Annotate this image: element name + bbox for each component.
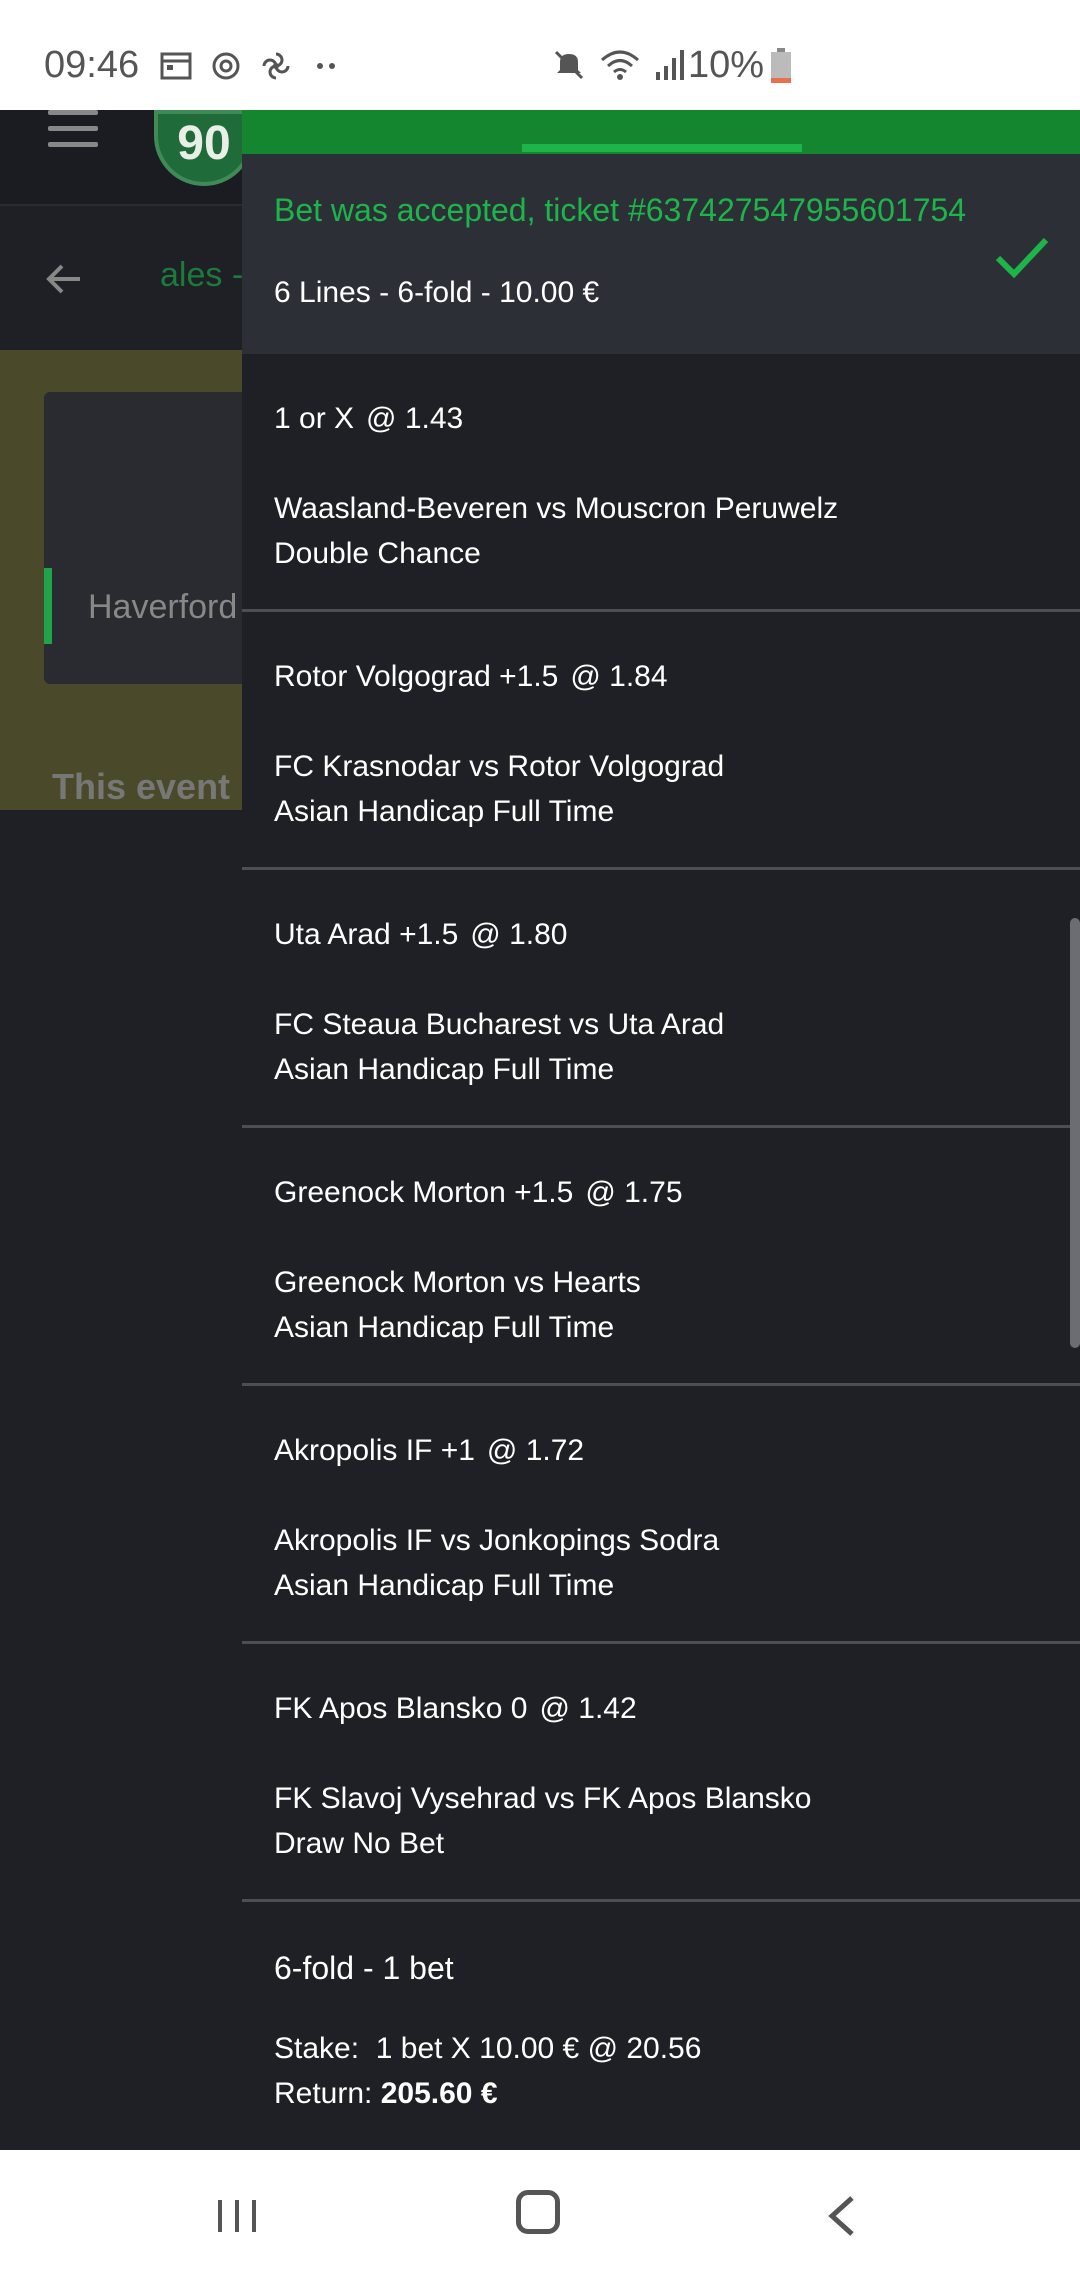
match-name: FC Steaua Bucharest vs Uta Arad xyxy=(274,1008,725,1041)
nav-back-icon[interactable] xyxy=(822,2194,862,2238)
stake-row: Stake: 1 bet X 10.00 € @ 20.56 xyxy=(274,2026,701,2071)
match-info: FC Steaua Bucharest vs Uta Arad Asian Han… xyxy=(274,1002,724,1092)
selection-name: Greenock Morton +1.5 xyxy=(274,1176,574,1209)
match-info: FC Krasnodar vs Rotor Volgograd Asian Han… xyxy=(274,744,724,834)
summary-title: 6-fold - 1 bet xyxy=(274,1950,454,1986)
wifi-icon xyxy=(601,50,639,80)
bet-confirmation: Bet was accepted, ticket #63742754795560… xyxy=(242,154,1080,354)
selection-name: Rotor Volgograd +1.5 xyxy=(274,660,559,693)
bet-line: Akropolis IF +1 @ 1.72 Akropolis IF vs Jo… xyxy=(242,1386,1080,1644)
match-info: FK Slavoj Vysehrad vs FK Apos Blansko Dra… xyxy=(274,1776,811,1866)
stake-value: 1 bet X 10.00 € @ 20.56 xyxy=(375,2032,702,2065)
battery-icon xyxy=(771,48,791,83)
selection-odds: @ 1.72 xyxy=(486,1434,585,1467)
match-name: Greenock Morton vs Hearts xyxy=(274,1266,641,1299)
background-card xyxy=(44,392,254,684)
selection-name: 1 or X xyxy=(274,402,355,435)
selection-odds: @ 1.80 xyxy=(470,918,568,951)
summary-details: Stake: 1 bet X 10.00 € @ 20.56 Return: 2… xyxy=(274,2026,701,2116)
bet-line: Greenock Morton +1.5 @ 1.75 Greenock Mort… xyxy=(242,1128,1080,1386)
match-info: Waasland-Beveren vs Mouscron Peruwelz Dou… xyxy=(274,486,838,576)
selection: Greenock Morton +1.5 @ 1.75 xyxy=(274,1176,683,1210)
return-row: Return: 205.60 € xyxy=(274,2071,701,2116)
match-name: Waasland-Beveren vs Mouscron Peruwelz xyxy=(274,492,839,525)
selection-name: Akropolis IF +1 xyxy=(274,1434,475,1467)
system-icons xyxy=(552,48,686,82)
match-info: Akropolis IF vs Jonkopings Sodra Asian Ha… xyxy=(274,1518,719,1608)
confirmation-subtitle: 6 Lines - 6-fold - 10.00 € xyxy=(274,276,600,309)
menu-icon[interactable] xyxy=(48,110,98,150)
more-dots-icon xyxy=(317,63,335,69)
market-name: Double Chance xyxy=(274,537,481,570)
card-accent-bar xyxy=(44,568,52,644)
selection: Uta Arad +1.5 @ 1.80 xyxy=(274,918,567,952)
selection: Rotor Volgograd +1.5 @ 1.84 xyxy=(274,660,668,694)
bet-line: 1 or X @ 1.43 Waasland-Beveren vs Mouscro… xyxy=(242,354,1080,612)
market-name: Asian Handicap Full Time xyxy=(274,795,615,828)
background-card-text: Haverford xyxy=(88,588,238,626)
selection: FK Apos Blansko 0 @ 1.42 xyxy=(274,1692,637,1726)
match-info: Greenock Morton vs Hearts Asian Handicap … xyxy=(274,1260,641,1350)
bet-line: Rotor Volgograd +1.5 @ 1.84 FC Krasnodar … xyxy=(242,612,1080,870)
sync-icon xyxy=(212,52,240,80)
market-name: Asian Handicap Full Time xyxy=(274,1311,615,1344)
bet-line: Uta Arad +1.5 @ 1.80 FC Steaua Bucharest … xyxy=(242,870,1080,1128)
selection-odds: @ 1.84 xyxy=(570,660,668,693)
scrollbar[interactable] xyxy=(1070,918,1080,1348)
betslip-panel: Bet was accepted, ticket #63742754795560… xyxy=(242,110,1080,2150)
bet-line: FK Apos Blansko 0 @ 1.42 FK Slavoj Vysehr… xyxy=(242,1644,1080,1902)
match-name: FK Slavoj Vysehrad vs FK Apos Blansko xyxy=(274,1782,812,1815)
battery-percent: 10% xyxy=(688,44,765,86)
selection-name: Uta Arad +1.5 xyxy=(274,918,459,951)
selection: 1 or X @ 1.43 xyxy=(274,402,463,436)
bet-summary: 6-fold - 1 bet Stake: 1 bet X 10.00 € @ … xyxy=(242,1900,1080,2150)
selection-odds: @ 1.42 xyxy=(539,1692,637,1725)
mute-icon xyxy=(554,50,584,80)
navigation-bar xyxy=(0,2150,1080,2280)
back-arrow-icon[interactable] xyxy=(40,254,90,304)
fan-icon xyxy=(262,52,290,80)
recent-apps-icon[interactable] xyxy=(214,2196,260,2236)
background-title: ales - xyxy=(160,256,244,294)
selection-odds: @ 1.43 xyxy=(366,402,464,435)
selection-odds: @ 1.75 xyxy=(585,1176,683,1209)
return-label: Return: xyxy=(274,2077,373,2110)
status-bar: 09:46 10% xyxy=(0,0,1080,110)
calendar-icon xyxy=(160,52,192,80)
stake-label: Stake: xyxy=(274,2032,360,2065)
confirmation-title: Bet was accepted, ticket #63742754795560… xyxy=(274,192,967,228)
check-icon xyxy=(995,237,1049,279)
market-name: Asian Handicap Full Time xyxy=(274,1569,615,1602)
home-icon[interactable] xyxy=(516,2190,560,2234)
status-time: 09:46 xyxy=(44,44,140,86)
return-value: 205.60 € xyxy=(380,2077,498,2110)
progress-indicator xyxy=(522,144,802,152)
bet-lines: 1 or X @ 1.43 Waasland-Beveren vs Mouscro… xyxy=(242,354,1080,1902)
selection: Akropolis IF +1 @ 1.72 xyxy=(274,1434,584,1468)
signal-icon xyxy=(656,50,684,80)
market-name: Draw No Bet xyxy=(274,1827,445,1860)
notification-icons xyxy=(160,50,342,82)
brand-logo: 90 xyxy=(154,110,254,186)
background-event-text: This event i xyxy=(52,766,251,807)
match-name: Akropolis IF vs Jonkopings Sodra xyxy=(274,1524,720,1557)
match-name: FC Krasnodar vs Rotor Volgograd xyxy=(274,750,725,783)
market-name: Asian Handicap Full Time xyxy=(274,1053,615,1086)
selection-name: FK Apos Blansko 0 xyxy=(274,1692,528,1725)
